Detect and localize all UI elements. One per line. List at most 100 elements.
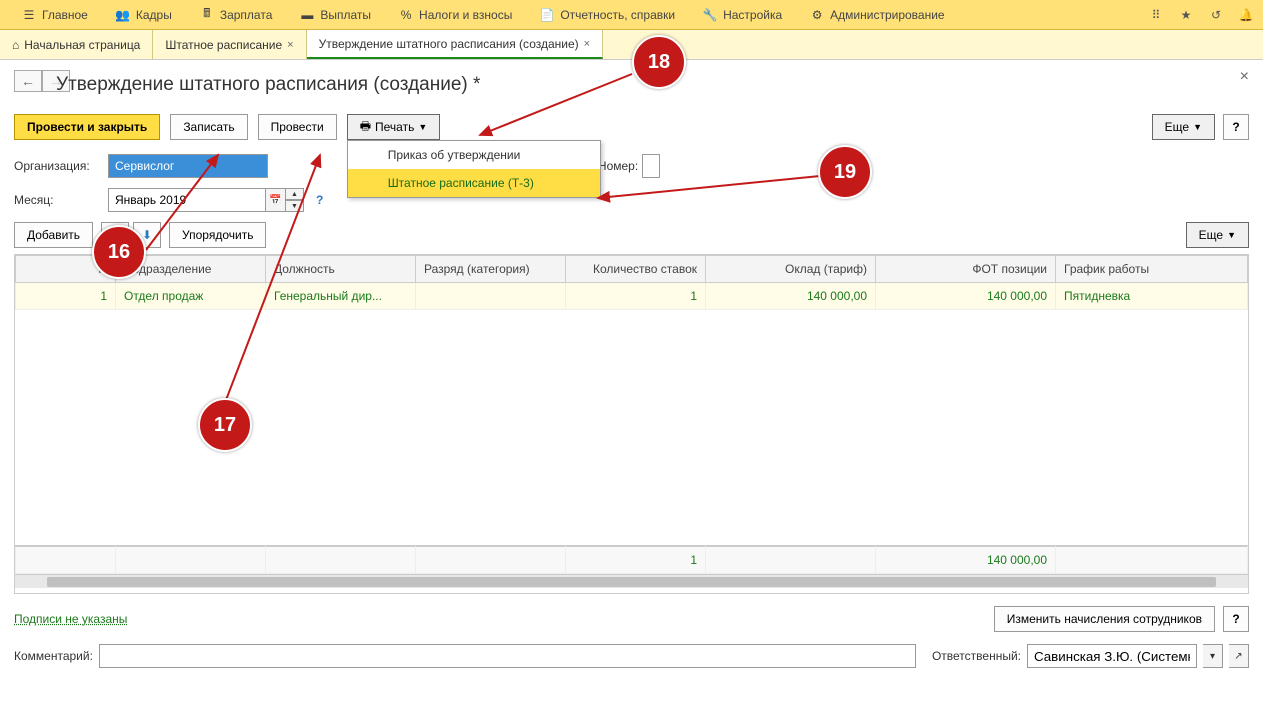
tab-approve-label: Утверждение штатного расписания (создани… bbox=[319, 37, 579, 51]
org-row: Организация: Дата: 📅 Номер: bbox=[14, 154, 1249, 178]
table-row[interactable]: 1 Отдел продаж Генеральный дир... 1 140 … bbox=[16, 283, 1248, 310]
spin-up-icon[interactable]: ▲ bbox=[286, 188, 304, 200]
more-label: Еще bbox=[1165, 120, 1189, 134]
cell-sched: Пятидневка bbox=[1056, 283, 1248, 310]
col-qty[interactable]: Количество ставок bbox=[566, 256, 706, 283]
menu-reports[interactable]: 📄 Отчетность, справки bbox=[526, 0, 689, 29]
post-close-button[interactable]: Провести и закрыть bbox=[14, 114, 160, 140]
help-icon[interactable]: ? bbox=[316, 193, 323, 207]
signatures-row: Подписи не указаны Изменить начисления с… bbox=[14, 606, 1249, 632]
caret-down-icon: ▼ bbox=[418, 122, 427, 132]
menu-hr-label: Кадры bbox=[136, 8, 172, 22]
tabs-bar: ⌂ Начальная страница Штатное расписание … bbox=[0, 30, 1263, 60]
menu-hr[interactable]: 👥 Кадры bbox=[102, 0, 186, 29]
tab-home-label: Начальная страница bbox=[24, 38, 140, 52]
tab-approve[interactable]: Утверждение штатного расписания (создани… bbox=[307, 30, 603, 59]
totals-row: 1 140 000,00 bbox=[16, 547, 1248, 574]
col-fot[interactable]: ФОТ позиции bbox=[876, 256, 1056, 283]
menu-payments-label: Выплаты bbox=[320, 8, 371, 22]
print-t3-form[interactable]: Штатное расписание (Т-3) bbox=[348, 169, 600, 197]
document-toolbar: Провести и закрыть Записать Провести 🖶 П… bbox=[14, 114, 1249, 140]
dropdown-icon[interactable]: ▾ bbox=[1203, 644, 1223, 668]
tab-staff-label: Штатное расписание bbox=[165, 38, 282, 52]
org-input[interactable] bbox=[108, 154, 268, 178]
menu-settings-label: Настройка bbox=[723, 8, 782, 22]
number-label: Номер: bbox=[598, 159, 638, 173]
month-label: Месяц: bbox=[14, 193, 102, 207]
col-role[interactable]: Должность bbox=[266, 256, 416, 283]
percent-icon: % bbox=[399, 8, 413, 22]
printer-icon: 🖶 bbox=[360, 117, 371, 138]
topmenu-right-icons: ⠿ ★ ↺ 🔔 bbox=[1147, 6, 1255, 24]
tab-staff[interactable]: Штатное расписание × bbox=[153, 30, 306, 59]
apps-icon[interactable]: ⠿ bbox=[1147, 6, 1165, 24]
callout-16: 16 bbox=[92, 225, 146, 279]
people-icon: 👥 bbox=[116, 8, 130, 22]
menu-reports-label: Отчетность, справки bbox=[560, 8, 675, 22]
save-button[interactable]: Записать bbox=[170, 114, 247, 140]
month-row: Месяц: 📅 ▲ ▼ ? bbox=[14, 188, 1249, 212]
print-approval-order[interactable]: Приказ об утверждении bbox=[348, 141, 600, 169]
document-icon: 📄 bbox=[540, 8, 554, 22]
total-fot: 140 000,00 bbox=[876, 547, 1056, 574]
cell-salary: 140 000,00 bbox=[706, 283, 876, 310]
tab-close-icon[interactable]: × bbox=[287, 39, 293, 51]
bell-icon[interactable]: 🔔 bbox=[1237, 6, 1255, 24]
table-more-button[interactable]: Еще ▼ bbox=[1186, 222, 1249, 248]
menu-admin-label: Администрирование bbox=[830, 8, 944, 22]
menu-main-label: Главное bbox=[42, 8, 88, 22]
menu-icon: ☰ bbox=[22, 8, 36, 22]
cell-role: Генеральный дир... bbox=[266, 283, 416, 310]
close-page-icon[interactable]: × bbox=[1240, 68, 1249, 86]
history-icon[interactable]: ↺ bbox=[1207, 6, 1225, 24]
total-qty: 1 bbox=[566, 547, 706, 574]
post-button[interactable]: Провести bbox=[258, 114, 337, 140]
change-accruals-button[interactable]: Изменить начисления сотрудников bbox=[994, 606, 1215, 632]
spin-down-icon[interactable]: ▼ bbox=[286, 200, 304, 212]
menu-taxes[interactable]: % Налоги и взносы bbox=[385, 0, 526, 29]
cell-grade bbox=[416, 283, 566, 310]
col-sched[interactable]: График работы bbox=[1056, 256, 1248, 283]
content-area: × ← → Утверждение штатного расписания (с… bbox=[0, 60, 1263, 713]
comment-row: Комментарий: Ответственный: ▾ ↗ bbox=[14, 644, 1249, 668]
sort-button[interactable]: Упорядочить bbox=[169, 222, 266, 248]
comment-label: Комментарий: bbox=[14, 649, 93, 663]
open-icon[interactable]: ↗ bbox=[1229, 644, 1249, 668]
star-icon[interactable]: ★ bbox=[1177, 6, 1195, 24]
menu-salary[interactable]: 🖩 Зарплата bbox=[186, 0, 287, 29]
wrench-icon: 🔧 bbox=[703, 8, 717, 22]
menu-admin[interactable]: ⚙ Администрирование bbox=[796, 0, 958, 29]
menu-settings[interactable]: 🔧 Настройка bbox=[689, 0, 796, 29]
signatures-link[interactable]: Подписи не указаны bbox=[14, 612, 127, 626]
add-row-button[interactable]: Добавить bbox=[14, 222, 93, 248]
cell-fot: 140 000,00 bbox=[876, 283, 1056, 310]
callout-19: 19 bbox=[818, 145, 872, 199]
month-input[interactable] bbox=[108, 188, 266, 212]
comment-input[interactable] bbox=[99, 644, 916, 668]
table-actions: Добавить ⬆ ⬇ Упорядочить Еще ▼ bbox=[14, 222, 1249, 248]
help-button[interactable]: ? bbox=[1223, 606, 1249, 632]
horizontal-scrollbar[interactable] bbox=[15, 574, 1248, 588]
print-label: Печать bbox=[375, 120, 414, 134]
gear-icon: ⚙ bbox=[810, 8, 824, 22]
table-more-label: Еще bbox=[1199, 228, 1223, 242]
cell-n: 1 bbox=[16, 283, 116, 310]
col-grade[interactable]: Разряд (категория) bbox=[416, 256, 566, 283]
print-button[interactable]: 🖶 Печать ▼ bbox=[347, 114, 441, 140]
cell-qty: 1 bbox=[566, 283, 706, 310]
tab-home[interactable]: ⌂ Начальная страница bbox=[0, 30, 153, 59]
number-input[interactable] bbox=[642, 154, 660, 178]
top-menu-bar: ☰ Главное 👥 Кадры 🖩 Зарплата ▬ Выплаты %… bbox=[0, 0, 1263, 30]
calendar-icon[interactable]: 📅 bbox=[266, 188, 286, 212]
nav-back-button[interactable]: ← bbox=[14, 70, 42, 92]
more-button[interactable]: Еще ▼ bbox=[1152, 114, 1215, 140]
help-button[interactable]: ? bbox=[1223, 114, 1249, 140]
menu-main[interactable]: ☰ Главное bbox=[8, 0, 102, 29]
responsible-input[interactable] bbox=[1027, 644, 1197, 668]
caret-down-icon: ▼ bbox=[1193, 122, 1202, 132]
cell-dept: Отдел продаж bbox=[116, 283, 266, 310]
caret-down-icon: ▼ bbox=[1227, 230, 1236, 240]
col-salary[interactable]: Оклад (тариф) bbox=[706, 256, 876, 283]
tab-close-icon[interactable]: × bbox=[584, 38, 590, 50]
menu-payments[interactable]: ▬ Выплаты bbox=[286, 0, 385, 29]
